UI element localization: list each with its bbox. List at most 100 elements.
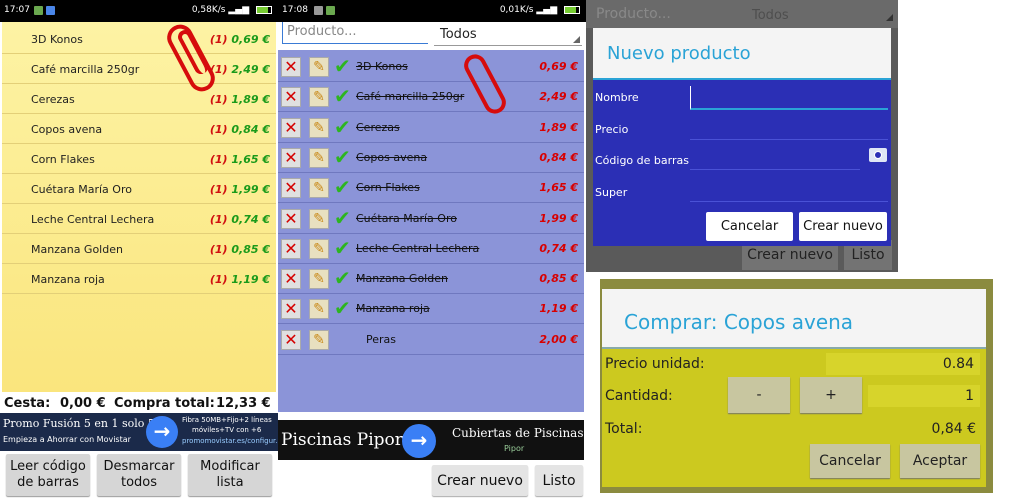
list-item[interactable]: Corn Flakes (1) 1,65 € <box>2 144 276 174</box>
list-item[interactable]: ✕ ✎ Peras 2,00 € <box>278 325 584 355</box>
list-item[interactable]: Café marcilla 250gr (1) 2,49 € <box>2 54 276 84</box>
checkmark-icon[interactable]: ✔ <box>334 145 351 169</box>
item-price: (1) 0,84 € <box>210 123 270 136</box>
list-item[interactable]: Manzana roja (1) 1,19 € <box>2 264 276 294</box>
item-name: Manzana Golden <box>31 243 123 256</box>
quantity-value[interactable]: 1 <box>868 385 980 407</box>
ad-banner[interactable]: Promo Fusión 5 en 1 solo 55€ Empieza a A… <box>0 413 278 451</box>
list-item[interactable]: ✕ ✎ ✔ Cuétara María Oro 1,99 € <box>278 204 584 234</box>
compra-total-value: 12,33 € <box>216 396 271 411</box>
edit-pencil-icon[interactable]: ✎ <box>309 87 329 108</box>
totals-bar: Cesta: 0,00 € Compra total: 12,33 € <box>2 392 276 414</box>
item-price: 0,84 € <box>539 150 578 164</box>
barcode-input[interactable] <box>690 148 860 170</box>
delete-icon[interactable]: ✕ <box>281 178 301 199</box>
delete-icon[interactable]: ✕ <box>281 87 301 108</box>
item-name: Manzana roja <box>356 302 430 316</box>
network-speed: 0,01K/s <box>499 5 534 15</box>
list-item[interactable]: ✕ ✎ ✔ Corn Flakes 1,65 € <box>278 173 584 204</box>
camera-icon[interactable] <box>869 148 887 162</box>
done-button[interactable]: Listo <box>535 465 583 496</box>
edit-pencil-icon[interactable]: ✎ <box>309 178 329 199</box>
edit-pencil-icon[interactable]: ✎ <box>309 57 329 77</box>
list-item[interactable]: Cuétara María Oro (1) 1,99 € <box>2 174 276 204</box>
edit-pencil-icon[interactable]: ✎ <box>309 147 329 168</box>
cancel-button[interactable]: Cancelar <box>810 444 890 478</box>
buy-dialog: Comprar: Copos avena Precio unidad: 0.84… <box>602 289 986 487</box>
decrease-quantity-button[interactable]: - <box>728 377 790 413</box>
product-search-input[interactable]: Producto... <box>282 22 428 44</box>
scan-barcode-button[interactable]: Leer código de barras <box>6 454 90 496</box>
checkmark-icon[interactable]: ✔ <box>334 175 351 199</box>
delete-icon[interactable]: ✕ <box>281 299 301 320</box>
name-input[interactable] <box>690 86 888 110</box>
list-item[interactable]: Leche Central Lechera (1) 0,74 € <box>2 204 276 234</box>
list-item[interactable]: Manzana Golden (1) 0,85 € <box>2 234 276 264</box>
item-quantity: (1) <box>209 153 228 166</box>
edit-pencil-icon[interactable]: ✎ <box>309 238 329 259</box>
store-input[interactable] <box>690 180 888 202</box>
item-price: 0,69 € <box>539 60 578 73</box>
delete-icon[interactable]: ✕ <box>281 329 301 350</box>
checkmark-icon[interactable]: ✔ <box>334 54 351 78</box>
list-item[interactable]: ✕ ✎ ✔ Café marcilla 250gr 2,49 € <box>278 82 584 113</box>
ad-line-1: Fibra 50MB+Fijo+2 líneas <box>182 416 272 424</box>
new-product-screen: Producto... Todos Crear nuevo Listo Nuev… <box>586 0 898 272</box>
delete-icon[interactable]: ✕ <box>281 147 301 168</box>
delete-icon[interactable]: ✕ <box>281 117 301 138</box>
delete-icon[interactable]: ✕ <box>281 269 301 290</box>
item-name: Café marcilla 250gr <box>31 63 140 76</box>
list-item[interactable]: Cerezas (1) 1,89 € <box>2 84 276 114</box>
filter-dropdown[interactable]: Todos <box>434 24 582 46</box>
new-product-dialog: Nuevo producto Nombre Precio Código de b… <box>593 28 891 246</box>
item-quantity: (1) <box>209 213 228 226</box>
checkmark-icon[interactable]: ✔ <box>334 266 351 290</box>
price-input[interactable] <box>690 118 888 140</box>
checkmark-icon[interactable]: ✔ <box>334 236 351 260</box>
edit-pencil-icon[interactable]: ✎ <box>309 269 329 290</box>
edit-pencil-icon[interactable]: ✎ <box>309 329 329 350</box>
unit-price-value[interactable]: 0.84 <box>826 353 980 375</box>
unmark-all-button[interactable]: Desmarcar todos <box>97 454 181 496</box>
modify-list-button[interactable]: Modificar lista <box>188 454 272 496</box>
item-price: (1) 1,89 € <box>210 93 270 106</box>
ad-line-3: promomovistar.es/configur... <box>182 437 278 445</box>
item-quantity: (1) <box>209 33 228 46</box>
item-price-value: 0,84 € <box>231 123 270 136</box>
create-new-button[interactable]: Crear nuevo <box>432 465 528 496</box>
delete-icon[interactable]: ✕ <box>281 57 301 77</box>
cancel-button[interactable]: Cancelar <box>706 212 793 241</box>
edit-pencil-icon[interactable]: ✎ <box>309 299 329 320</box>
accept-button[interactable]: Aceptar <box>900 444 980 478</box>
list-item[interactable]: ✕ ✎ ✔ Copos avena 0,84 € <box>278 143 584 173</box>
list-item[interactable]: ✕ ✎ ✔ Manzana Golden 0,85 € <box>278 264 584 295</box>
ad-headline: Piscinas Pipor <box>281 430 403 450</box>
delete-icon[interactable]: ✕ <box>281 208 301 229</box>
list-item[interactable]: ✕ ✎ ✔ Manzana roja 1,19 € <box>278 294 584 325</box>
signal-icon: ▂▄▆ <box>228 5 250 15</box>
bg-dim-header <box>586 0 898 28</box>
increase-quantity-button[interactable]: + <box>800 377 862 413</box>
checkmark-icon[interactable]: ✔ <box>334 115 351 139</box>
ad-arrow-icon[interactable]: → <box>402 424 436 458</box>
list-item[interactable]: 3D Konos (1) 0,69 € <box>2 24 276 54</box>
ad-arrow-icon[interactable]: → <box>146 416 178 448</box>
list-item[interactable]: ✕ ✎ ✔ Leche Central Lechera 0,74 € <box>278 234 584 264</box>
name-label: Nombre <box>595 91 639 104</box>
create-button[interactable]: Crear nuevo <box>799 212 887 241</box>
item-name: Cerezas <box>31 93 75 106</box>
list-item[interactable]: Copos avena (1) 0,84 € <box>2 114 276 144</box>
list-item[interactable]: ✕ ✎ ✔ Cerezas 1,89 € <box>278 113 584 143</box>
checkmark-icon[interactable]: ✔ <box>334 296 351 320</box>
item-price-value: 0,74 € <box>231 213 270 226</box>
checkmark-icon[interactable]: ✔ <box>334 206 351 230</box>
checkmark-icon[interactable]: ✔ <box>334 84 351 108</box>
item-price: 1,65 € <box>539 181 578 195</box>
ad-banner[interactable]: Piscinas Pipor → Cubiertas de Piscinas P… <box>278 420 584 460</box>
edit-pencil-icon[interactable]: ✎ <box>309 208 329 229</box>
ad-headline: Promo Fusión 5 en 1 solo 55€ <box>3 417 169 430</box>
delete-icon[interactable]: ✕ <box>281 238 301 259</box>
list-item[interactable]: ✕ ✎ ✔ 3D Konos 0,69 € <box>278 52 584 82</box>
item-name: Cerezas <box>356 120 400 134</box>
edit-pencil-icon[interactable]: ✎ <box>309 117 329 138</box>
